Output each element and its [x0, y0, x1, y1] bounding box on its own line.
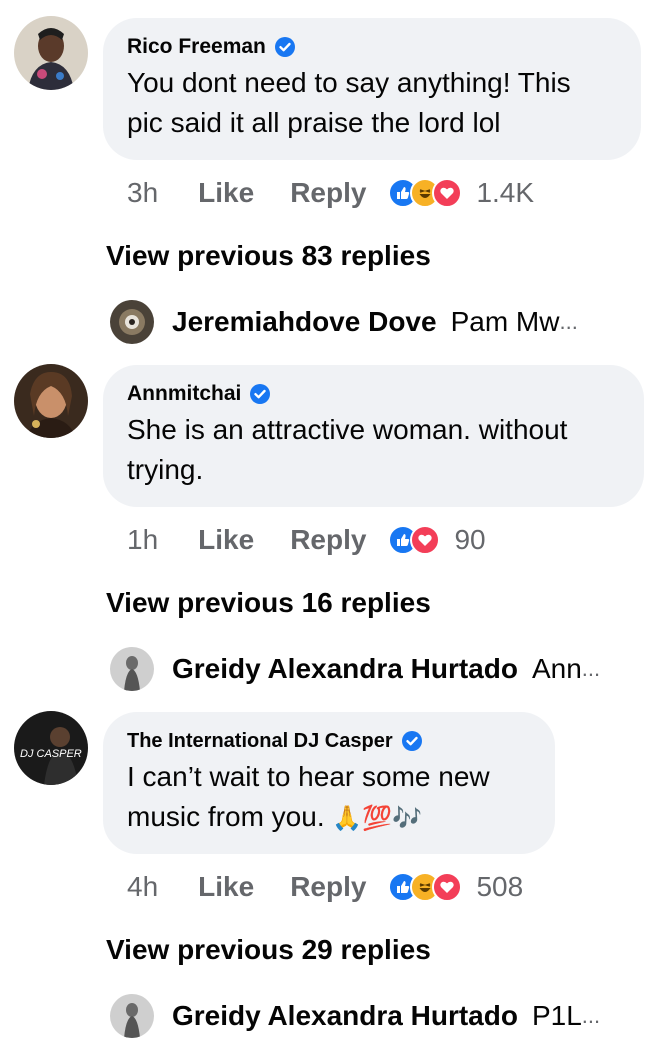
author-name[interactable]: Annmitchai	[127, 381, 241, 407]
comment-timestamp[interactable]: 1h	[127, 524, 158, 556]
avatar[interactable]	[14, 16, 88, 90]
comment-text: You dont need to say anything! This pic …	[127, 62, 617, 144]
avatar-dj-casper-image: DJ CASPER	[14, 711, 88, 785]
avatar-rico-image	[14, 16, 88, 90]
comment-timestamp[interactable]: 4h	[127, 871, 158, 903]
reply-ellipsis: ...	[559, 309, 578, 334]
reactions-summary[interactable]	[388, 525, 441, 555]
comment-author[interactable]: Rico Freeman	[127, 34, 617, 60]
avatar[interactable]	[14, 364, 88, 438]
comment-text-line: music from you. 🙏💯🎶	[127, 796, 531, 839]
reactions-summary[interactable]	[388, 872, 463, 902]
comment-text-line: trying.	[127, 454, 204, 485]
reply-snippet: Pam Mw	[450, 306, 560, 337]
avatar[interactable]	[110, 994, 154, 1038]
reply-button[interactable]: Reply	[290, 871, 366, 903]
comment-text-segment: music from you.	[127, 801, 325, 832]
reply-author-name[interactable]: Greidy Alexandra Hurtado	[172, 653, 518, 685]
reply-snippet: P1L	[531, 1000, 582, 1031]
like-button[interactable]: Like	[198, 177, 254, 209]
like-button[interactable]: Like	[198, 871, 254, 903]
comment-text-line: She is an attractive woman. without	[127, 414, 568, 445]
reply-button[interactable]: Reply	[290, 177, 366, 209]
emoji-group: 🙏💯🎶	[332, 804, 423, 832]
verified-badge-icon	[274, 37, 295, 57]
author-name[interactable]: The International DJ Casper	[127, 728, 393, 754]
comment-text: She is an attractive woman. without tryi…	[127, 409, 620, 491]
comment-actions: 4h Like Reply 508	[127, 867, 523, 907]
avatar[interactable]	[110, 647, 154, 691]
comment-timestamp[interactable]: 3h	[127, 177, 158, 209]
comment-author[interactable]: The International DJ Casper	[127, 728, 531, 754]
avatar-greidy-image	[110, 647, 154, 691]
view-previous-replies-link[interactable]: View previous 16 replies	[106, 587, 431, 619]
reply-preview[interactable]: Greidy Alexandra Hurtado P1L ...	[110, 994, 600, 1038]
avatar-greidy-image	[110, 994, 154, 1038]
like-button[interactable]: Like	[198, 524, 254, 556]
author-name[interactable]: Rico Freeman	[127, 34, 266, 60]
love-icon	[410, 525, 441, 555]
avatar-annmitchai-image	[14, 364, 88, 438]
comment-text-line: pic said it all praise the lord lol	[127, 107, 501, 138]
reaction-count[interactable]: 1.4K	[476, 177, 534, 209]
comment-actions: 3h Like Reply 1.4K	[127, 173, 534, 213]
reactions-summary[interactable]	[388, 178, 463, 208]
reaction-count[interactable]: 90	[454, 524, 485, 556]
reply-preview[interactable]: Greidy Alexandra Hurtado Ann ...	[110, 647, 600, 691]
comment-text: I can’t wait to hear some new music from…	[127, 756, 531, 839]
reply-snippet: Ann	[531, 653, 582, 684]
svg-text:DJ CASPER: DJ CASPER	[20, 748, 82, 760]
love-icon	[432, 872, 463, 902]
verified-badge-icon	[401, 731, 422, 751]
reply-author-name[interactable]: Greidy Alexandra Hurtado	[172, 1000, 518, 1032]
comment-actions: 1h Like Reply 90	[127, 520, 486, 560]
view-previous-replies-link[interactable]: View previous 29 replies	[106, 934, 431, 966]
comment-bubble: Annmitchai She is an attractive woman. w…	[103, 365, 644, 507]
comment-bubble: The International DJ Casper I can’t wait…	[103, 712, 555, 854]
reply-ellipsis: ...	[581, 1003, 601, 1028]
reply-button[interactable]: Reply	[290, 524, 366, 556]
avatar[interactable]: DJ CASPER	[14, 711, 88, 785]
love-icon	[432, 178, 463, 208]
reply-author-name[interactable]: Jeremiahdove Dove	[172, 306, 437, 338]
comment-bubble: Rico Freeman You dont need to say anythi…	[103, 18, 641, 160]
comment-text-line: You dont need to say anything! This	[127, 67, 571, 98]
avatar[interactable]	[110, 300, 154, 344]
reply-preview[interactable]: Jeremiahdove Dove Pam Mw ...	[110, 300, 578, 344]
comment-author[interactable]: Annmitchai	[127, 381, 620, 407]
comment-text-line: I can’t wait to hear some new	[127, 761, 490, 792]
reaction-count[interactable]: 508	[476, 871, 523, 903]
reply-ellipsis: ...	[581, 656, 601, 681]
view-previous-replies-link[interactable]: View previous 83 replies	[106, 240, 431, 272]
verified-badge-icon	[250, 384, 271, 404]
avatar-jeremiah-image	[110, 300, 154, 344]
